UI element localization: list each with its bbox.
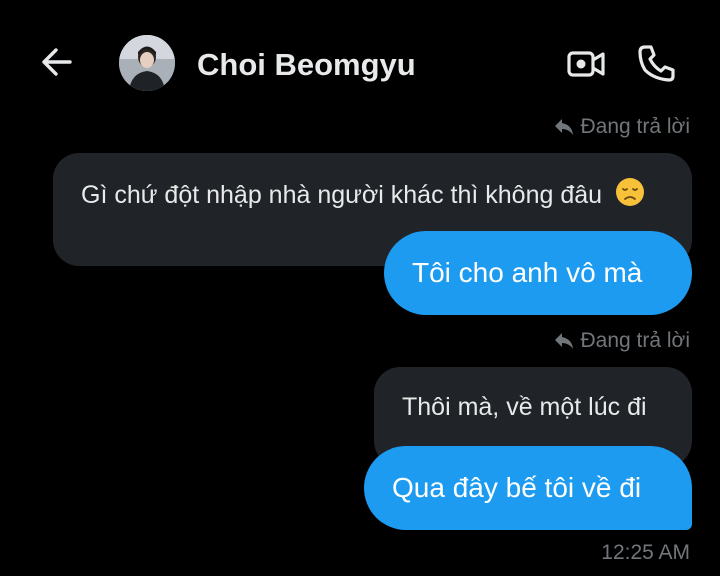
quoted-message-text: Gì chứ đột nhập nhà người khác thì không… — [81, 181, 603, 209]
sent-message-text: Tôi cho anh vô mà — [412, 257, 643, 288]
contact-name[interactable]: Choi Beomgyu — [197, 47, 416, 83]
reply-arrow-icon — [554, 119, 573, 135]
video-camera-icon — [567, 51, 605, 77]
phone-icon — [638, 45, 675, 82]
video-call-button[interactable] — [566, 44, 606, 84]
back-button[interactable] — [36, 42, 76, 82]
reply-label: Đang trả lời — [580, 329, 690, 352]
voice-call-button[interactable] — [636, 42, 678, 84]
avatar[interactable] — [119, 35, 175, 91]
conversation-header: Choi Beomgyu — [0, 0, 720, 130]
reply-arrow-icon — [554, 333, 573, 349]
message-timestamp: 12:25 AM — [601, 541, 690, 564]
sent-message-bubble[interactable]: Tôi cho anh vô mà — [384, 231, 692, 315]
avatar-photo — [119, 35, 175, 91]
dm-conversation-screen: Choi Beomgyu Đang trả lời Gì chứ đột nhậ… — [0, 0, 720, 576]
disappointed-face-icon — [615, 177, 645, 215]
sent-message-text: Qua đây bế tôi về đi — [392, 472, 642, 503]
arrow-left-icon — [42, 48, 72, 76]
reply-label: Đang trả lời — [580, 115, 690, 138]
quoted-message-text: Thôi mà, về một lúc đi — [402, 393, 647, 421]
reply-indicator: Đang trả lời — [553, 115, 690, 139]
sent-message-bubble[interactable]: Qua đây bế tôi về đi — [364, 446, 692, 530]
reply-indicator: Đang trả lời — [553, 329, 690, 353]
